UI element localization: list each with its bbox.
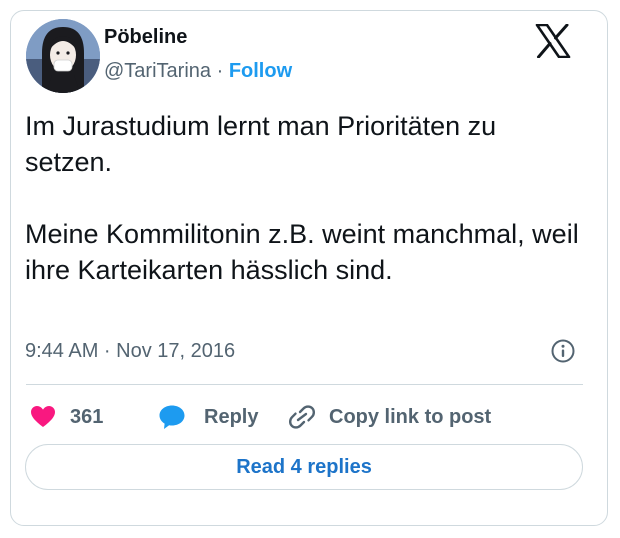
tweet-paragraph: Meine Kommilitonin z.B. weint manchmal, … xyxy=(25,219,579,285)
author-handle[interactable]: @TariTarina xyxy=(104,60,211,82)
reply-button[interactable]: Reply xyxy=(158,402,258,432)
avatar[interactable] xyxy=(26,19,100,93)
handle-separator: · xyxy=(216,60,224,82)
divider xyxy=(26,384,583,385)
heart-icon xyxy=(31,406,55,427)
x-logo-icon[interactable] xyxy=(535,23,571,59)
tweet-paragraph: Im Jurastudium lernt man Prioritäten zu … xyxy=(25,111,497,177)
reply-label: Reply xyxy=(204,405,259,428)
copy-link-button[interactable]: Copy link to post xyxy=(287,402,491,432)
author-name[interactable]: Pöbeline xyxy=(104,26,187,49)
handle-row: @TariTarina · Follow xyxy=(104,60,292,83)
avatar-illustration-icon xyxy=(26,19,100,93)
tweet-text: Im Jurastudium lernt man Prioritäten zu … xyxy=(25,108,585,288)
copy-link-label: Copy link to post xyxy=(329,405,492,428)
like-count: 361 xyxy=(70,405,104,428)
follow-link[interactable]: Follow xyxy=(229,60,292,82)
read-replies-button[interactable]: Read 4 replies xyxy=(25,444,583,490)
like-button[interactable]: 361 xyxy=(30,402,103,432)
link-icon xyxy=(288,405,316,429)
info-icon[interactable] xyxy=(551,339,575,363)
tweet-timestamp[interactable]: 9:44 AM · Nov 17, 2016 xyxy=(25,340,235,363)
speech-bubble-icon xyxy=(159,405,185,429)
